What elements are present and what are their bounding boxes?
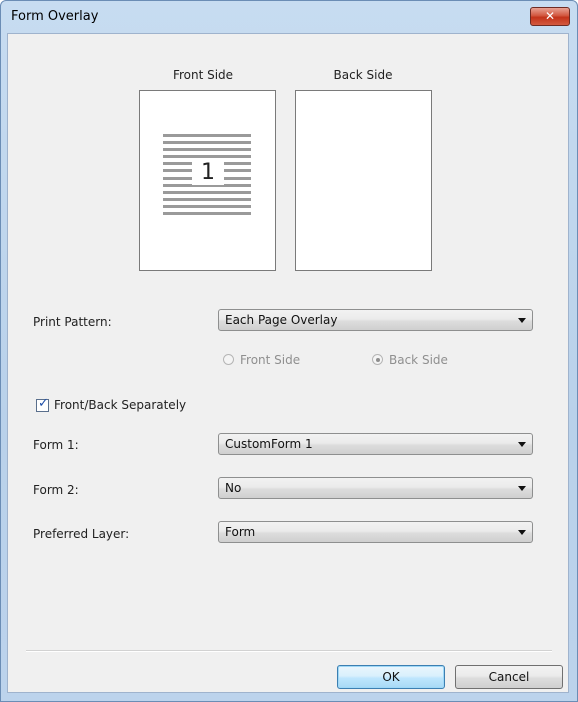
radio-indicator — [372, 354, 383, 365]
print-pattern-select[interactable]: Each Page Overlay — [218, 309, 533, 331]
radio-indicator — [223, 354, 234, 365]
back-side-radio-label: Back Side — [389, 353, 448, 367]
form2-value: No — [225, 481, 242, 495]
form1-label: Form 1: — [33, 438, 79, 452]
cancel-button[interactable]: Cancel — [455, 665, 563, 689]
dialog-title: Form Overlay — [11, 9, 99, 24]
chevron-down-icon — [518, 318, 526, 323]
close-icon: ✕ — [544, 9, 556, 23]
close-button[interactable]: ✕ — [530, 7, 570, 26]
preferred-layer-value: Form — [225, 525, 256, 539]
back-page-preview — [295, 90, 432, 271]
checkmark-icon: ✓ — [38, 396, 49, 411]
front-side-radio-label: Front Side — [240, 353, 301, 367]
chevron-down-icon — [518, 530, 526, 535]
preferred-layer-label: Preferred Layer: — [33, 527, 130, 541]
chevron-down-icon — [518, 486, 526, 491]
chevron-down-icon — [518, 442, 526, 447]
front-side-label: Front Side — [172, 68, 234, 82]
page-number: 1 — [192, 161, 224, 185]
preferred-layer-select[interactable]: Form — [218, 521, 533, 543]
print-pattern-label: Print Pattern: — [33, 315, 112, 329]
front-page-preview: 1 — [139, 90, 276, 271]
print-pattern-value: Each Page Overlay — [225, 313, 338, 327]
back-side-label: Back Side — [333, 68, 393, 82]
form1-value: CustomForm 1 — [225, 437, 313, 451]
title-bar[interactable]: Form Overlay ✕ — [1, 1, 577, 33]
form-overlay-dialog: Form Overlay ✕ Front Side Back Side 1 Pr… — [0, 0, 578, 702]
form1-select[interactable]: CustomForm 1 — [218, 433, 533, 455]
form2-select[interactable]: No — [218, 477, 533, 499]
footer-divider — [26, 650, 552, 652]
dialog-body: Front Side Back Side 1 Print Pattern: Ea… — [7, 33, 569, 693]
front-back-separately-label: Front/Back Separately — [54, 398, 187, 412]
checkbox-box: ✓ — [36, 396, 49, 412]
form2-label: Form 2: — [33, 483, 79, 497]
ok-button[interactable]: OK — [337, 665, 445, 689]
